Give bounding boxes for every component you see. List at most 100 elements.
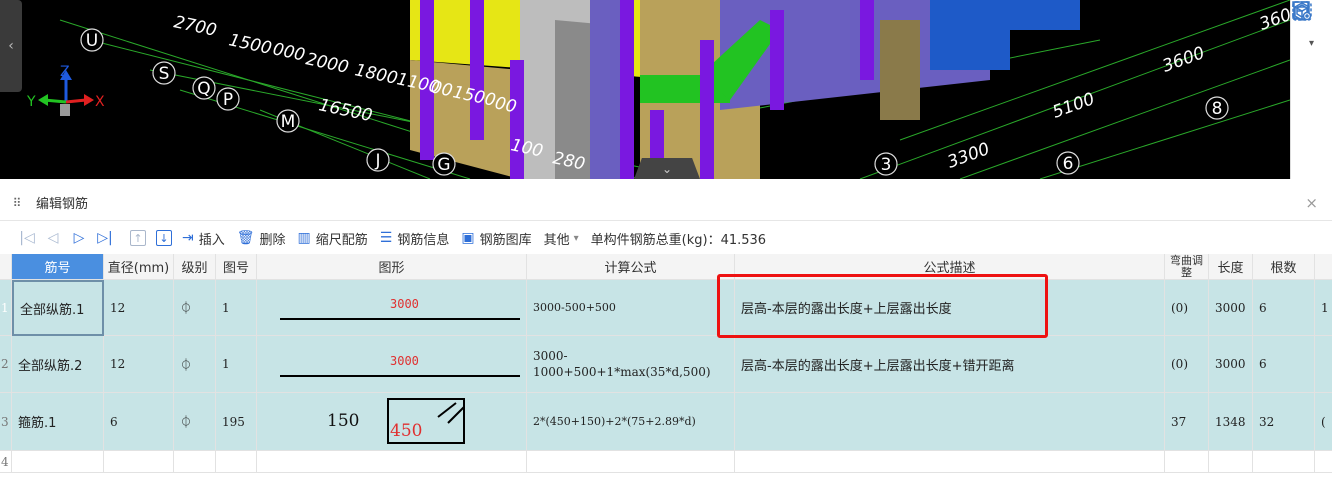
bend-adjust-cell[interactable]: (0): [1165, 336, 1209, 393]
axis-bubble: U: [86, 31, 98, 51]
diameter-cell[interactable]: 6: [104, 393, 174, 451]
axis-bubble: J: [374, 151, 380, 171]
length-cell[interactable]: 3000: [1209, 336, 1253, 393]
left-panel-toggle[interactable]: ‹: [0, 0, 22, 92]
column-header[interactable]: 图形: [257, 254, 527, 280]
stirrup-width-dimension[interactable]: 150: [327, 411, 359, 431]
count-cell[interactable]: [1253, 451, 1315, 473]
panel-title: 编辑钢筋: [36, 197, 89, 212]
row-number[interactable]: 2: [0, 336, 12, 393]
move-down-button[interactable]: ↓: [156, 230, 172, 246]
rebar-toolbar: |◁ ◁ ▷ ▷| ↑ ↓ ⇥ 插入 🗑 删除 ▥ 缩尺配筋 ☰ 钢筋信息 ▣ 钢筋图库 …: [0, 224, 1332, 252]
dropdown-icon[interactable]: ▾: [1299, 36, 1325, 50]
row-number[interactable]: 1: [0, 280, 12, 336]
grade-cell[interactable]: ⏀: [174, 393, 216, 451]
3d-viewport[interactable]: 2700 1500 000 2000 1800 1100 00 1500 00 …: [0, 0, 1332, 179]
fullscreen-icon[interactable]: [1292, 1, 1325, 80]
delete-button[interactable]: 🗑 删除: [237, 229, 286, 248]
dim-label: 2000: [304, 49, 350, 78]
prev-record-button[interactable]: ◁: [40, 230, 66, 246]
bar-chart-icon: ▥: [297, 230, 311, 246]
table-row[interactable]: 3 箍筋.1 6 ⏀ 195 150 450 2*(450+150)+2*(75…: [0, 393, 1332, 451]
figure-number-cell[interactable]: 195: [216, 393, 257, 451]
formula-cell[interactable]: 3000-1000+500+1*max(35*d,500): [527, 336, 735, 393]
grade-cell[interactable]: ⏀: [174, 336, 216, 393]
formula-cell[interactable]: 3000-500+500: [527, 280, 735, 336]
formula-cell[interactable]: 2*(450+150)+2*(75+2.89*d): [527, 393, 735, 451]
length-cell[interactable]: 3000: [1209, 280, 1253, 336]
view-icon[interactable]: [1292, 1, 1325, 110]
model-canvas[interactable]: 2700 1500 000 2000 1800 1100 00 1500 00 …: [0, 0, 1290, 179]
formula-description-cell[interactable]: [735, 451, 1165, 473]
shape-cell[interactable]: 3000: [257, 280, 527, 336]
table-row[interactable]: 2 全部纵筋.2 12 ⏀ 1 3000 3000-1000+500+1*max…: [0, 336, 1332, 393]
grade-cell[interactable]: [174, 451, 216, 473]
grade-cell[interactable]: ⏀: [174, 280, 216, 336]
column-header[interactable]: 直径(mm): [104, 254, 174, 280]
rebar-info-button[interactable]: ☰ 钢筋信息: [380, 229, 450, 248]
chevron-down-icon: ▾: [573, 232, 579, 244]
other-menu-button[interactable]: 其他 ▾: [544, 229, 579, 248]
bend-adjust-cell[interactable]: 37: [1165, 393, 1209, 451]
move-up-button[interactable]: ↑: [130, 230, 146, 246]
count-cell[interactable]: 32: [1253, 393, 1315, 451]
figure-number-cell[interactable]: 1: [216, 280, 257, 336]
stirrup-height-dimension[interactable]: 450: [390, 421, 422, 441]
close-icon[interactable]: ×: [1305, 194, 1318, 212]
overflow-cell: [1315, 336, 1332, 393]
figure-number-cell[interactable]: 1: [216, 336, 257, 393]
total-weight-label: 单构件钢筋总重(kg)：41.536: [590, 232, 767, 248]
last-record-button[interactable]: ▷|: [92, 230, 118, 246]
shape-dimension[interactable]: 3000: [390, 354, 419, 368]
scale-rebar-button[interactable]: ▥ 缩尺配筋: [298, 229, 368, 248]
first-record-button[interactable]: |◁: [14, 230, 40, 246]
report-view-icon[interactable]: [1293, 1, 1325, 140]
figure-number-cell[interactable]: [216, 451, 257, 473]
formula-description-cell[interactable]: [735, 393, 1165, 451]
rebar-name-cell[interactable]: 全部纵筋.2: [12, 336, 104, 393]
dim-label: 3600: [1160, 43, 1207, 77]
rebar-library-button[interactable]: ▣ 钢筋图库: [461, 229, 531, 248]
column-header[interactable]: 级别: [174, 254, 216, 280]
shape-cell[interactable]: [257, 451, 527, 473]
column-header[interactable]: 计算公式: [527, 254, 735, 280]
insert-button[interactable]: ⇥ 插入: [182, 229, 225, 248]
table-row[interactable]: 4: [0, 451, 1332, 473]
shape-cell[interactable]: 150 450: [257, 393, 527, 451]
drag-handle-icon[interactable]: ⠿: [10, 197, 24, 209]
axis-bubble: G: [437, 155, 450, 175]
count-cell[interactable]: 6: [1253, 336, 1315, 393]
bend-adjust-cell[interactable]: [1165, 451, 1209, 473]
dim-label: 1800: [353, 60, 399, 89]
rebar-name-cell[interactable]: [12, 451, 104, 473]
length-cell[interactable]: 1348: [1209, 393, 1253, 451]
rebar-name-cell[interactable]: 全部纵筋.1: [12, 280, 104, 336]
bend-adjust-cell[interactable]: (0): [1165, 280, 1209, 336]
length-cell[interactable]: [1209, 451, 1253, 473]
diameter-cell[interactable]: 12: [104, 336, 174, 393]
diameter-cell[interactable]: [104, 451, 174, 473]
diameter-cell[interactable]: 12: [104, 280, 174, 336]
axis-bubble: Q: [197, 79, 210, 99]
column-header[interactable]: 图号: [216, 254, 257, 280]
axis-x-label: X: [95, 94, 105, 110]
count-cell[interactable]: 6: [1253, 280, 1315, 336]
collapse-viewport-button[interactable]: ⌄: [634, 158, 700, 179]
shape-cell[interactable]: 3000: [257, 336, 527, 393]
table-row[interactable]: 1 全部纵筋.1 12 ⏀ 1 3000 3000-500+500 层高-本层的…: [0, 280, 1332, 336]
column-header[interactable]: 根数: [1253, 254, 1315, 280]
column-header[interactable]: 弯曲调整: [1165, 254, 1209, 280]
row-number[interactable]: 4: [0, 451, 12, 473]
dim-label: 3300: [945, 139, 992, 173]
shape-dimension[interactable]: 3000: [390, 297, 419, 311]
column-header[interactable]: 筋号: [12, 254, 104, 280]
formula-description-cell[interactable]: 层高-本层的露出长度+上层露出长度+错开距离: [735, 336, 1165, 393]
next-record-button[interactable]: ▷: [66, 230, 92, 246]
straight-bar-shape: [280, 375, 520, 377]
column-header[interactable]: 长度: [1209, 254, 1253, 280]
library-icon: ▣: [461, 230, 475, 246]
row-number[interactable]: 3: [0, 393, 12, 451]
view-toolbar: ▾: [1290, 0, 1332, 179]
rebar-name-cell[interactable]: 箍筋.1: [12, 393, 104, 451]
formula-cell[interactable]: [527, 451, 735, 473]
